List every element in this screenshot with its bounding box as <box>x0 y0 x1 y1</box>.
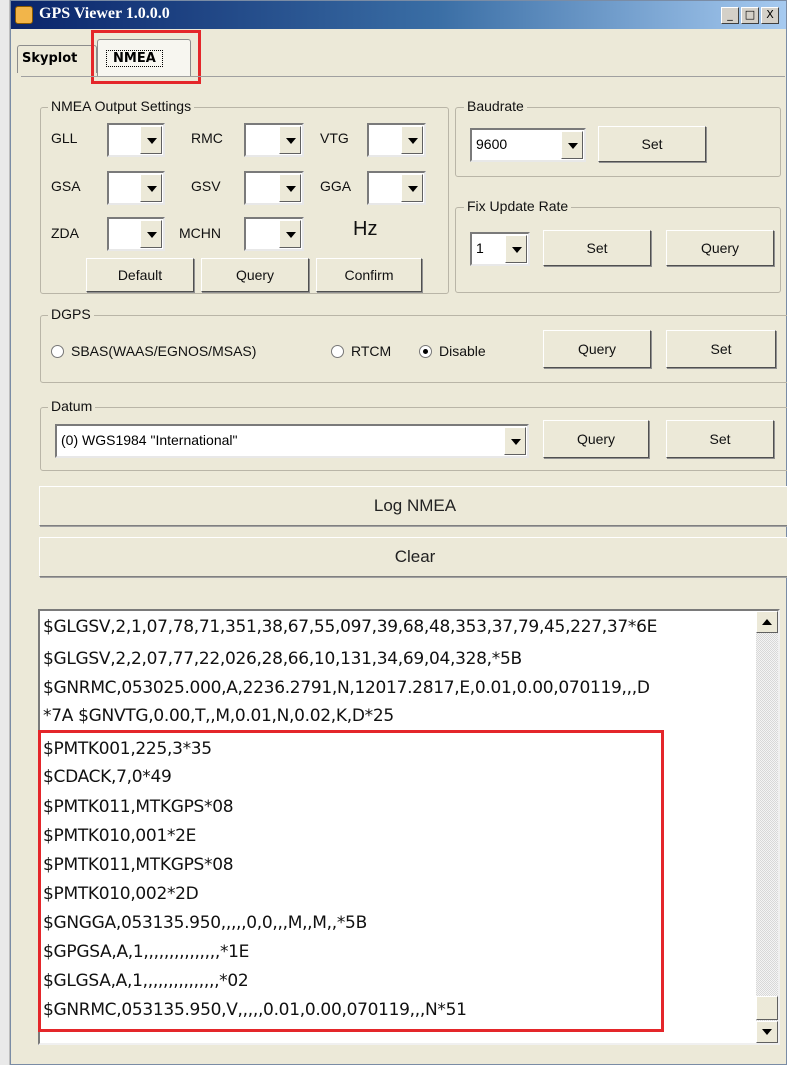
log-nmea-button[interactable]: Log NMEA <box>39 486 787 526</box>
baudrate-set-button[interactable]: Set <box>598 126 706 162</box>
dgps-group: DGPS SBAS(WAAS/EGNOS/MSAS) RTCM Disable … <box>40 306 787 383</box>
title-bar[interactable]: GPS Viewer 1.0.0.0 _ □ X <box>11 1 786 29</box>
chevron-down-icon[interactable] <box>279 126 301 154</box>
chevron-down-icon[interactable] <box>401 126 423 154</box>
gga-select[interactable] <box>367 171 426 205</box>
fix-update-select[interactable]: 1 <box>470 232 530 266</box>
minimize-button[interactable]: _ <box>721 7 739 24</box>
chevron-down-icon[interactable] <box>401 174 423 202</box>
fix-update-value: 1 <box>476 240 484 256</box>
vtg-label: VTG <box>320 130 349 146</box>
chevron-down-icon[interactable] <box>505 235 527 263</box>
gsv-select[interactable] <box>244 171 304 205</box>
chevron-down-icon[interactable] <box>140 126 162 154</box>
rtcm-radio[interactable] <box>331 345 344 358</box>
zda-label: ZDA <box>51 225 79 241</box>
chevron-down-icon[interactable] <box>140 220 162 248</box>
datum-group: Datum (0) WGS1984 "International" Query … <box>40 398 787 471</box>
rmc-select[interactable] <box>244 123 304 157</box>
tab-skyplot-label: Skyplot <box>22 51 78 66</box>
gsa-select[interactable] <box>107 171 165 205</box>
vtg-select[interactable] <box>367 123 426 157</box>
dgps-legend: DGPS <box>48 306 94 322</box>
nmea-output-legend: NMEA Output Settings <box>48 98 195 114</box>
rtcm-label[interactable]: RTCM <box>351 343 391 359</box>
log-line: $GLGSV,2,1,07,78,71,351,38,67,55,097,39,… <box>43 617 658 637</box>
fix-update-set-button[interactable]: Set <box>543 230 651 266</box>
gga-label: GGA <box>320 178 352 194</box>
confirm-button[interactable]: Confirm <box>316 258 422 292</box>
scroll-down-icon[interactable] <box>756 1021 778 1043</box>
log-highlight-box <box>38 730 664 1032</box>
restore-button[interactable]: □ <box>741 7 759 24</box>
close-button[interactable]: X <box>761 7 779 24</box>
datum-select[interactable]: (0) WGS1984 "International" <box>55 424 529 458</box>
nmea-output-group: NMEA Output Settings GLL RMC VTG GSA GSV… <box>40 98 449 294</box>
datum-query-button[interactable]: Query <box>543 420 649 458</box>
fix-update-query-button[interactable]: Query <box>666 230 774 266</box>
datum-set-button[interactable]: Set <box>666 420 774 458</box>
chevron-down-icon[interactable] <box>279 174 301 202</box>
gll-label: GLL <box>51 130 78 146</box>
sbas-label[interactable]: SBAS(WAAS/EGNOS/MSAS) <box>71 343 256 359</box>
baudrate-value: 9600 <box>476 136 508 152</box>
mchn-label: MCHN <box>179 225 221 241</box>
default-button[interactable]: Default <box>86 258 194 292</box>
chevron-down-icon[interactable] <box>561 131 583 159</box>
datum-value: (0) WGS1984 "International" <box>61 432 238 448</box>
sbas-radio[interactable] <box>51 345 64 358</box>
baudrate-select[interactable]: 9600 <box>470 128 586 162</box>
app-icon <box>15 6 33 24</box>
chevron-down-icon[interactable] <box>279 220 301 248</box>
scroll-up-icon[interactable] <box>756 611 778 633</box>
gsv-label: GSV <box>191 178 221 194</box>
datum-legend: Datum <box>48 398 96 414</box>
chevron-down-icon[interactable] <box>504 427 526 455</box>
hz-unit-label: Hz <box>353 218 378 240</box>
nmea-query-button[interactable]: Query <box>201 258 309 292</box>
background-desktop-strip <box>0 0 10 1065</box>
log-line: *7A $GNVTG,0.00,T,,M,0.01,N,0.02,K,D*25 <box>43 706 394 726</box>
fix-update-rate-group: Fix Update Rate 1 Set Query <box>455 198 781 293</box>
disable-radio[interactable] <box>419 345 432 358</box>
baudrate-group: Baudrate 9600 Set <box>455 98 781 177</box>
tab-skyplot[interactable]: Skyplot <box>17 45 97 73</box>
dgps-set-button[interactable]: Set <box>666 330 776 368</box>
fix-update-legend: Fix Update Rate <box>464 198 572 214</box>
chevron-down-icon[interactable] <box>140 174 162 202</box>
scroll-thumb[interactable] <box>756 996 778 1020</box>
rmc-label: RMC <box>191 130 223 146</box>
log-scrollbar[interactable] <box>756 611 778 1043</box>
disable-label[interactable]: Disable <box>439 343 486 359</box>
clear-button[interactable]: Clear <box>39 537 787 577</box>
zda-select[interactable] <box>107 217 165 251</box>
window-title: GPS Viewer 1.0.0.0 <box>39 5 170 22</box>
baudrate-legend: Baudrate <box>464 98 527 114</box>
log-line: $GLGSV,2,2,07,77,22,026,28,66,10,131,34,… <box>43 649 522 669</box>
gll-select[interactable] <box>107 123 165 157</box>
dgps-query-button[interactable]: Query <box>543 330 651 368</box>
log-line: $GNRMC,053025.000,A,2236.2791,N,12017.28… <box>43 678 650 698</box>
gsa-label: GSA <box>51 178 81 194</box>
mchn-select[interactable] <box>244 217 304 251</box>
